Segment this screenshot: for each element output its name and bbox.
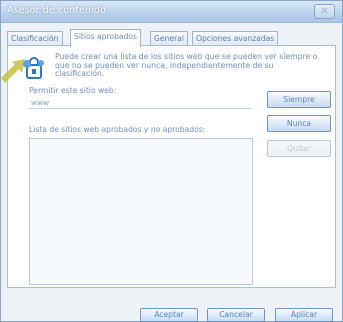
title-bar[interactable]: Asesor de contenido ✕ bbox=[1, 1, 342, 23]
tab-strip: Clasificación Sitios aprobados General O… bbox=[7, 29, 337, 47]
apply-button[interactable]: Aplicar bbox=[275, 308, 333, 322]
tab-sitios-aprobados[interactable]: Sitios aprobados bbox=[70, 29, 142, 47]
window-title: Asesor de contenido bbox=[7, 5, 106, 16]
never-button[interactable]: Nunca bbox=[267, 115, 331, 132]
accept-button[interactable]: Aceptar bbox=[140, 308, 198, 322]
tab-clasificacion[interactable]: Clasificación bbox=[7, 31, 63, 46]
tab-general[interactable]: General bbox=[150, 31, 188, 46]
approved-sites-icon bbox=[23, 57, 44, 79]
site-list-label: Lista de sitios web aprobados y no aprob… bbox=[29, 125, 206, 134]
content-advisor-window: Asesor de contenido ✕ Clasificación Siti… bbox=[0, 0, 343, 322]
always-button[interactable]: Siempre bbox=[267, 91, 331, 108]
description-text: Puede crear una lista de los sitios web … bbox=[55, 52, 318, 79]
site-field-label: Permitir este sitio web: bbox=[29, 86, 117, 95]
remove-button[interactable]: Quitar bbox=[267, 140, 331, 157]
site-url-input[interactable] bbox=[29, 97, 251, 109]
cancel-button[interactable]: Cancelar bbox=[207, 308, 265, 322]
tab-opciones-avanzadas[interactable]: Opciones avanzadas bbox=[192, 31, 279, 46]
close-button[interactable]: ✕ bbox=[314, 4, 335, 19]
approved-sites-list[interactable] bbox=[29, 138, 253, 285]
close-icon: ✕ bbox=[320, 6, 329, 17]
